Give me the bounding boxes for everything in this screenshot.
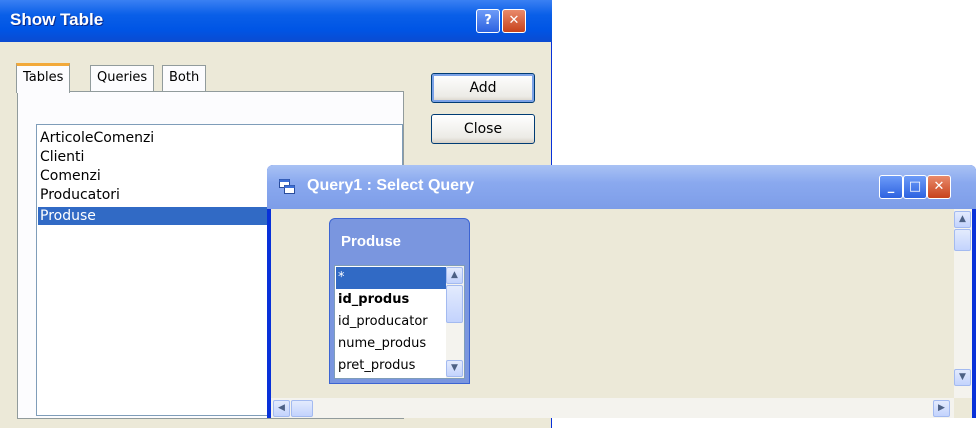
query-title: Query1 : Select Query: [307, 177, 475, 194]
field-item-pret-produs[interactable]: pret_produs: [336, 355, 446, 377]
field-item-id-producator[interactable]: id_producator: [336, 311, 446, 333]
field-list-box[interactable]: Produse * id_produs id_producator nume_p…: [329, 218, 470, 384]
query-design-area[interactable]: Produse * id_produs id_producator nume_p…: [271, 209, 972, 418]
horizontal-scrollbar[interactable]: ◀ ▶: [271, 398, 954, 418]
field-list-scrollbar[interactable]: ▲ ▼: [446, 266, 464, 378]
dialog-title-bar[interactable]: Show Table ? ✕: [0, 0, 552, 42]
chevron-up-icon: ▲: [451, 270, 458, 280]
tab-label: Queries: [97, 70, 148, 85]
close-icon: ✕: [933, 179, 945, 194]
table-item-clienti[interactable]: Clienti: [38, 148, 280, 166]
field-list-title: Produse: [341, 233, 402, 250]
scroll-right-button[interactable]: ▶: [933, 400, 950, 417]
query-title-bar[interactable]: Query1 : Select Query _ □ ✕: [267, 165, 976, 209]
chevron-left-icon: ◀: [278, 403, 285, 413]
vertical-scrollbar[interactable]: ▲ ▼: [954, 209, 972, 398]
table-item-articolecomenzi[interactable]: ArticoleComenzi: [38, 129, 280, 147]
scroll-thumb[interactable]: [291, 400, 313, 417]
tab-tables[interactable]: Tables: [16, 63, 71, 93]
chevron-down-icon: ▼: [451, 363, 458, 373]
add-button[interactable]: Add: [431, 73, 535, 103]
scroll-left-button[interactable]: ◀: [273, 400, 290, 417]
query-close-button[interactable]: ✕: [927, 175, 951, 199]
table-item-producatori[interactable]: Producatori: [38, 186, 280, 204]
tab-label: Tables: [23, 70, 64, 85]
scroll-up-button[interactable]: ▲: [954, 211, 971, 228]
field-item-nume-produs[interactable]: nume_produs: [336, 333, 446, 355]
chevron-up-icon: ▲: [959, 214, 966, 224]
scroll-thumb[interactable]: [954, 229, 971, 251]
chevron-right-icon: ▶: [938, 403, 945, 413]
scroll-up-button[interactable]: ▲: [446, 267, 463, 284]
minimize-button[interactable]: _: [879, 175, 903, 199]
tab-queries[interactable]: Queries: [90, 65, 155, 91]
minimize-icon: _: [887, 179, 895, 194]
field-item-all[interactable]: *: [336, 267, 446, 289]
help-button[interactable]: ?: [476, 9, 500, 33]
query-icon: [279, 179, 295, 194]
field-list[interactable]: * id_produs id_producator nume_produs pr…: [334, 265, 465, 379]
dialog-title: Show Table: [10, 10, 104, 29]
table-item-produse[interactable]: Produse: [38, 207, 280, 225]
maximize-icon: □: [908, 179, 922, 194]
tab-both[interactable]: Both: [162, 65, 207, 91]
dialog-close-button[interactable]: ✕: [502, 9, 526, 33]
close-icon: ✕: [508, 13, 520, 28]
scroll-down-button[interactable]: ▼: [954, 369, 971, 386]
maximize-button[interactable]: □: [903, 175, 927, 199]
chevron-down-icon: ▼: [959, 372, 966, 382]
scroll-down-button[interactable]: ▼: [446, 360, 463, 377]
close-button[interactable]: Close: [431, 114, 535, 144]
table-item-comenzi[interactable]: Comenzi: [38, 167, 280, 185]
query-window: Query1 : Select Query _ □ ✕ Produse * id…: [267, 165, 976, 418]
scroll-thumb[interactable]: [446, 285, 463, 323]
field-item-id-produs[interactable]: id_produs: [336, 289, 446, 311]
help-icon: ?: [484, 13, 492, 28]
tab-label: Both: [169, 70, 200, 85]
